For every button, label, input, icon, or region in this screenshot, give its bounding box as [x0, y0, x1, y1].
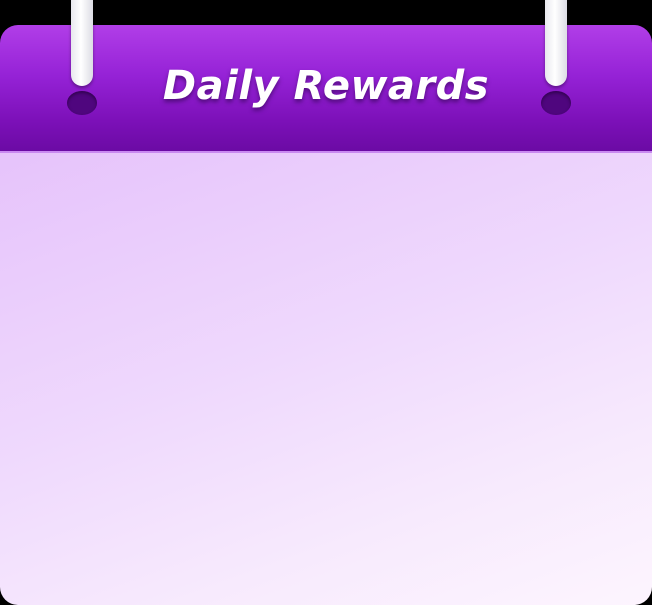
binder-ring-left-icon	[71, 0, 93, 86]
daily-rewards-calendar: Daily Rewards	[0, 25, 652, 605]
calendar-body-panel	[0, 153, 652, 605]
binder-ring-right-icon	[545, 0, 567, 86]
